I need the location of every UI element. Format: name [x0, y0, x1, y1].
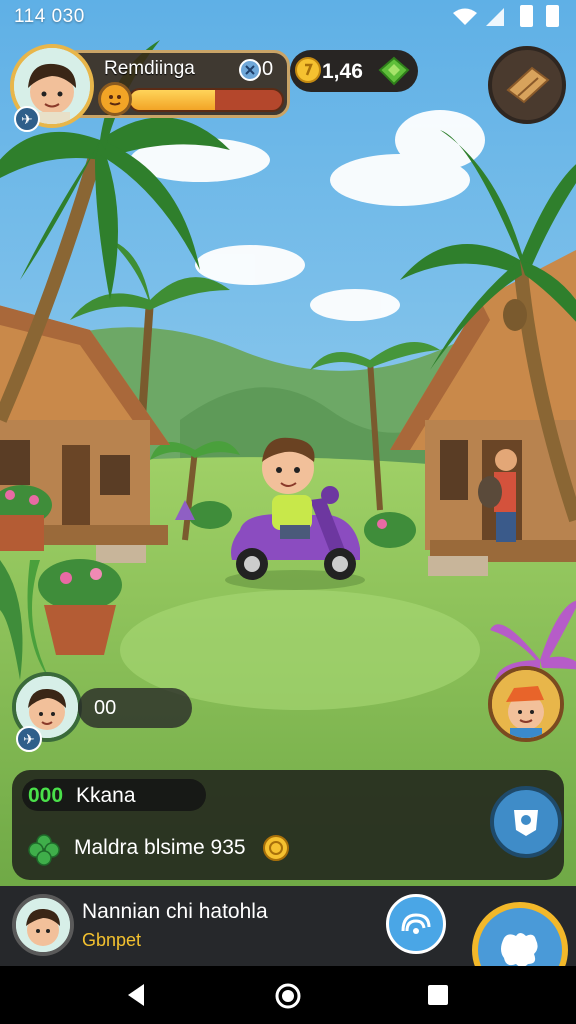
shield-icon: [514, 810, 538, 836]
xp-progress-bar: [128, 88, 284, 112]
level-icon: [239, 59, 261, 81]
battery-icon-2: [546, 5, 559, 27]
home-icon[interactable]: [274, 982, 302, 1010]
map-icon: [506, 66, 550, 104]
quest-count: 000: [28, 784, 64, 807]
coin-icon: [295, 57, 321, 83]
quest-description: Maldra blsime 935: [74, 836, 246, 859]
wifi-icon: [453, 8, 477, 25]
player-level: 0: [262, 58, 274, 80]
status-time: 114 030: [14, 6, 85, 27]
quest-action-button[interactable]: [490, 786, 562, 858]
chat-button[interactable]: [386, 894, 446, 954]
signal-icon: [486, 8, 504, 26]
xp-progress-fill: [130, 90, 216, 110]
npc-avatar-button[interactable]: [488, 666, 564, 742]
plane-icon: ✈: [16, 726, 42, 752]
plane-icon: ✈: [14, 106, 40, 132]
chat-icon: [401, 913, 431, 934]
gem-icon[interactable]: [378, 56, 410, 86]
bottom-avatar[interactable]: [12, 894, 74, 956]
chat-text: 00: [94, 697, 117, 719]
coins-value: 1,46: [322, 60, 363, 83]
npc-face-icon: [492, 670, 560, 738]
player-name: Remdiinga: [104, 58, 195, 79]
boy-face-icon: [16, 898, 70, 952]
clover-icon: [28, 834, 60, 866]
xp-face-icon: [98, 82, 132, 116]
bottom-player-subtitle: Gbnpet: [82, 930, 142, 950]
coin-icon: [263, 835, 289, 861]
bottom-player-name: Nannian chi hatohla: [82, 900, 268, 923]
recents-icon[interactable]: [428, 985, 448, 1005]
back-icon[interactable]: [124, 982, 148, 1008]
status-bar: 114 030: [0, 0, 576, 34]
map-button[interactable]: [488, 46, 566, 124]
battery-icon: [520, 5, 533, 27]
quest-title: Kkana: [76, 784, 136, 807]
